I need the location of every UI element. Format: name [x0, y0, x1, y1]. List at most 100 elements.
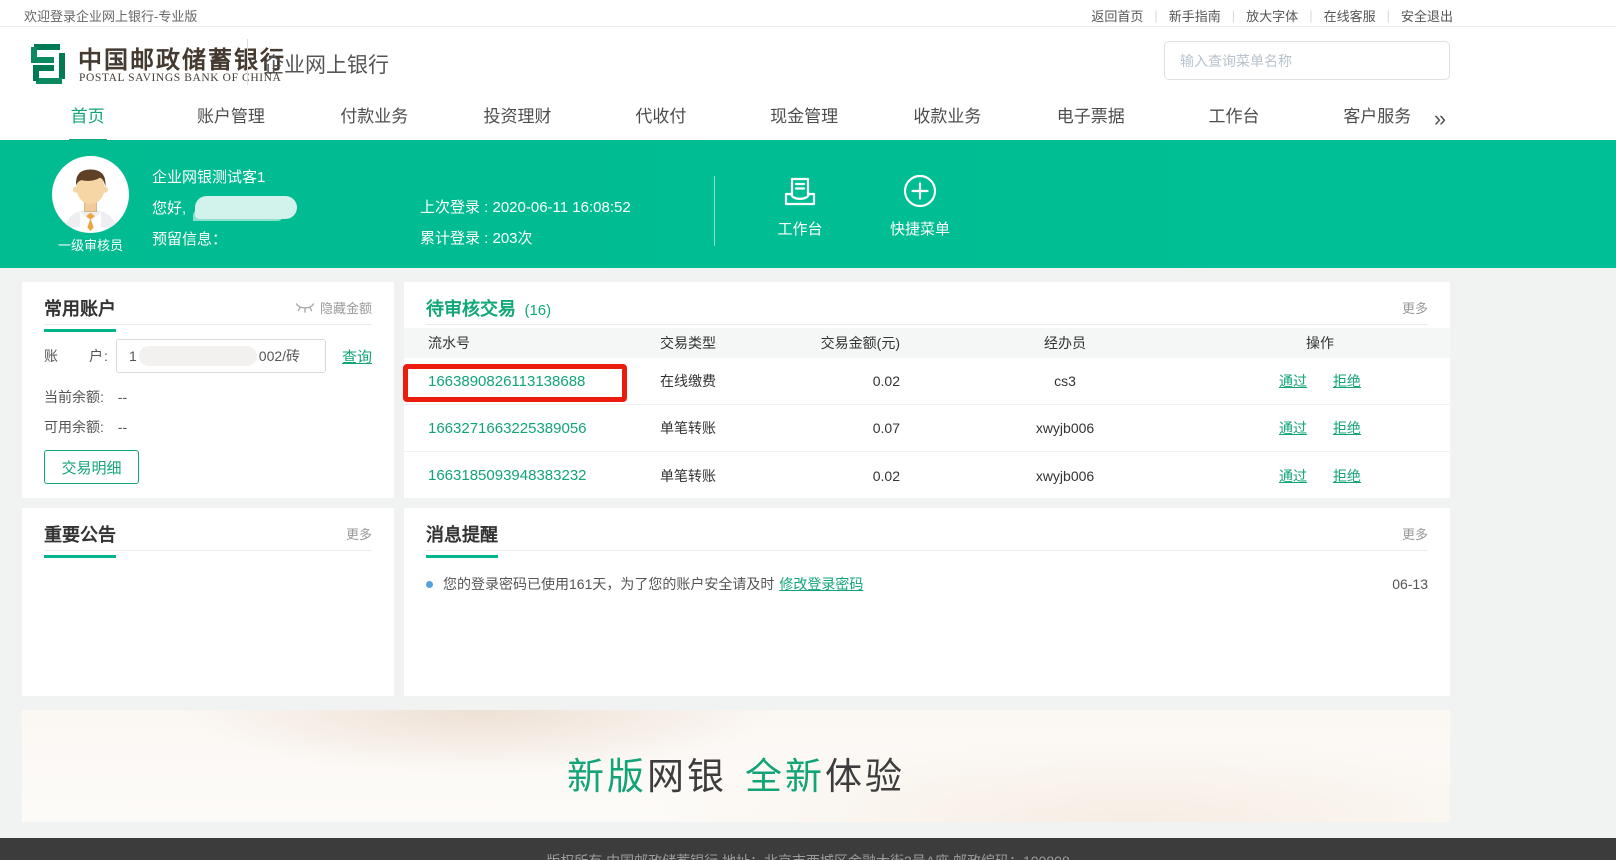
- tab-collection-payment[interactable]: 代收付: [589, 100, 732, 140]
- user-role: 一级审核员: [38, 235, 143, 254]
- copyright-text: 版权所有 中国邮政储蓄银行 地址：北京市西城区金融大街3号A座 邮政编码：100…: [0, 851, 1616, 860]
- bank-logo-icon: [24, 39, 72, 89]
- account-label: 账 户:: [44, 346, 116, 366]
- table-row: 1663890826113138688 在线缴费 0.02 cs3 通过 拒绝: [404, 358, 1450, 405]
- table-row: 1663271663225389056 单笔转账 0.07 xwyjb006 通…: [404, 405, 1450, 452]
- table-header: 流水号 交易类型 交易金额(元) 经办员 操作: [404, 328, 1450, 358]
- workbench-icon: [781, 172, 819, 210]
- top-link-guide[interactable]: 新手指南: [1169, 6, 1221, 25]
- message-date: 06-13: [1392, 576, 1428, 592]
- col-operator: 经办员: [900, 333, 1230, 353]
- more-link[interactable]: 更多: [1402, 524, 1428, 543]
- txn-type: 单笔转账: [660, 418, 810, 438]
- quick-menu-shortcut[interactable]: 快捷菜单: [860, 172, 980, 239]
- panel-header: 重要公告 更多: [44, 508, 372, 551]
- more-link[interactable]: 更多: [1402, 298, 1428, 317]
- col-type: 交易类型: [660, 333, 810, 353]
- top-links: 返回首页 | 新手指南 | 放大字体 | 在线客服 | 安全退出: [1091, 6, 1453, 25]
- approve-link[interactable]: 通过: [1279, 468, 1307, 484]
- welcome-text: 欢迎登录企业网上银行-专业版: [24, 6, 197, 25]
- panel-title: 常用账户: [44, 295, 116, 332]
- txn-operator: cs3: [900, 373, 1230, 389]
- company-name: 企业网银测试客1: [152, 166, 265, 187]
- txn-type: 在线缴费: [660, 371, 810, 391]
- top-link-home[interactable]: 返回首页: [1091, 6, 1143, 25]
- account-select-row: 账 户: 1 002/砖 查询: [44, 339, 372, 373]
- table-row: 1663185093948383232 单笔转账 0.02 xwyjb006 通…: [404, 452, 1450, 499]
- important-notices-panel: 重要公告 更多: [22, 508, 394, 696]
- divider: |: [1154, 8, 1157, 23]
- serial-link[interactable]: 1663185093948383232: [428, 467, 587, 484]
- panel-title: 消息提醒: [426, 521, 498, 558]
- tab-workbench[interactable]: 工作台: [1162, 100, 1305, 140]
- workbench-label: 工作台: [740, 218, 860, 239]
- account-number-prefix: 1: [129, 348, 137, 364]
- hide-amount-label: 隐藏金额: [320, 298, 372, 317]
- panel-title: 重要公告: [44, 521, 116, 558]
- reserved-info-label: 预留信息：: [152, 228, 227, 249]
- plus-circle-icon: [901, 172, 939, 210]
- top-link-zoom-font[interactable]: 放大字体: [1246, 6, 1298, 25]
- message-item: 您的登录密码已使用161天，为了您的账户安全请及时 修改登录密码 06-13: [426, 574, 1428, 594]
- serial-link[interactable]: 1663890826113138688: [428, 373, 585, 390]
- change-password-link[interactable]: 修改登录密码: [779, 574, 863, 594]
- more-link[interactable]: 更多: [346, 524, 372, 543]
- txn-amount: 0.02: [810, 468, 900, 484]
- main-nav: 首页 账户管理 付款业务 投资理财 代收付 现金管理 收款业务 电子票据 工作台…: [0, 100, 1616, 140]
- promo-banner: 新版网银全新体验: [22, 710, 1450, 822]
- greeting-row: 您好,: [152, 195, 297, 219]
- panel-header: 待审核交易 (16) 更多: [426, 282, 1428, 325]
- redacted-account-number: [139, 346, 257, 366]
- promo-slogan: 新版网银全新体验: [22, 746, 1450, 800]
- divider: |: [1387, 8, 1390, 23]
- query-link[interactable]: 查询: [342, 346, 372, 367]
- hide-amount-toggle[interactable]: 隐藏金额: [295, 298, 372, 317]
- pending-transactions-panel: 待审核交易 (16) 更多 流水号 交易类型 交易金额(元) 经办员 操作 16…: [404, 282, 1450, 498]
- panel-header: 常用账户 隐藏金额: [44, 282, 372, 325]
- approve-link[interactable]: 通过: [1279, 373, 1307, 389]
- available-balance-value: --: [118, 419, 127, 435]
- tab-account-mgmt[interactable]: 账户管理: [159, 100, 302, 140]
- reject-link[interactable]: 拒绝: [1333, 373, 1361, 389]
- account-number-suffix: 002/砖: [259, 346, 300, 366]
- nav-more-chevron-icon[interactable]: »: [1424, 101, 1454, 141]
- footer: 版权所有 中国邮政储蓄银行 地址：北京市西城区金融大街3号A座 邮政编码：100…: [0, 838, 1616, 860]
- common-accounts-panel: 常用账户 隐藏金额 账 户: 1 002/砖 查询 当前余额: -- 可用余额:…: [22, 282, 394, 498]
- serial-link[interactable]: 1663271663225389056: [428, 420, 587, 437]
- divider: [714, 176, 715, 246]
- top-link-online-service[interactable]: 在线客服: [1324, 6, 1376, 25]
- workbench-shortcut[interactable]: 工作台: [740, 172, 860, 239]
- divider: |: [1232, 8, 1235, 23]
- tab-receivables[interactable]: 收款业务: [876, 100, 1019, 140]
- message-text: 您的登录密码已使用161天，为了您的账户安全请及时: [443, 574, 774, 594]
- menu-search-input[interactable]: [1164, 41, 1450, 80]
- top-link-safe-exit[interactable]: 安全退出: [1401, 6, 1453, 25]
- transaction-detail-button[interactable]: 交易明细: [44, 450, 139, 484]
- slogan-seg4: 体验: [825, 756, 905, 797]
- avatar: [52, 156, 129, 233]
- header: 中国邮政储蓄银行 POSTAL SAVINGS BANK OF CHINA 企业…: [0, 27, 1616, 100]
- txn-type: 单笔转账: [660, 466, 810, 486]
- divider: |: [1309, 8, 1312, 23]
- panel-title: 待审核交易: [426, 295, 516, 332]
- tab-investment[interactable]: 投资理财: [446, 100, 589, 140]
- current-balance-row: 当前余额: --: [44, 387, 127, 407]
- eye-closed-icon: [295, 301, 315, 314]
- quick-menu-label: 快捷菜单: [860, 218, 980, 239]
- col-actions: 操作: [1230, 333, 1450, 353]
- reject-link[interactable]: 拒绝: [1333, 420, 1361, 436]
- tab-e-bills[interactable]: 电子票据: [1019, 100, 1162, 140]
- reject-link[interactable]: 拒绝: [1333, 468, 1361, 484]
- tab-cash-mgmt[interactable]: 现金管理: [732, 100, 875, 140]
- txn-amount: 0.07: [810, 420, 900, 436]
- last-login-text: 上次登录 : 2020-06-11 16:08:52: [420, 196, 631, 217]
- panel-header: 消息提醒 更多: [426, 508, 1428, 551]
- tab-home[interactable]: 首页: [16, 100, 159, 140]
- approve-link[interactable]: 通过: [1279, 420, 1307, 436]
- tab-payment[interactable]: 付款业务: [303, 100, 446, 140]
- account-selector[interactable]: 1 002/砖: [116, 339, 326, 373]
- current-balance-value: --: [118, 389, 127, 405]
- txn-operator: xwyjb006: [900, 468, 1230, 484]
- bullet-icon: [426, 581, 433, 588]
- available-balance-row: 可用余额: --: [44, 417, 127, 437]
